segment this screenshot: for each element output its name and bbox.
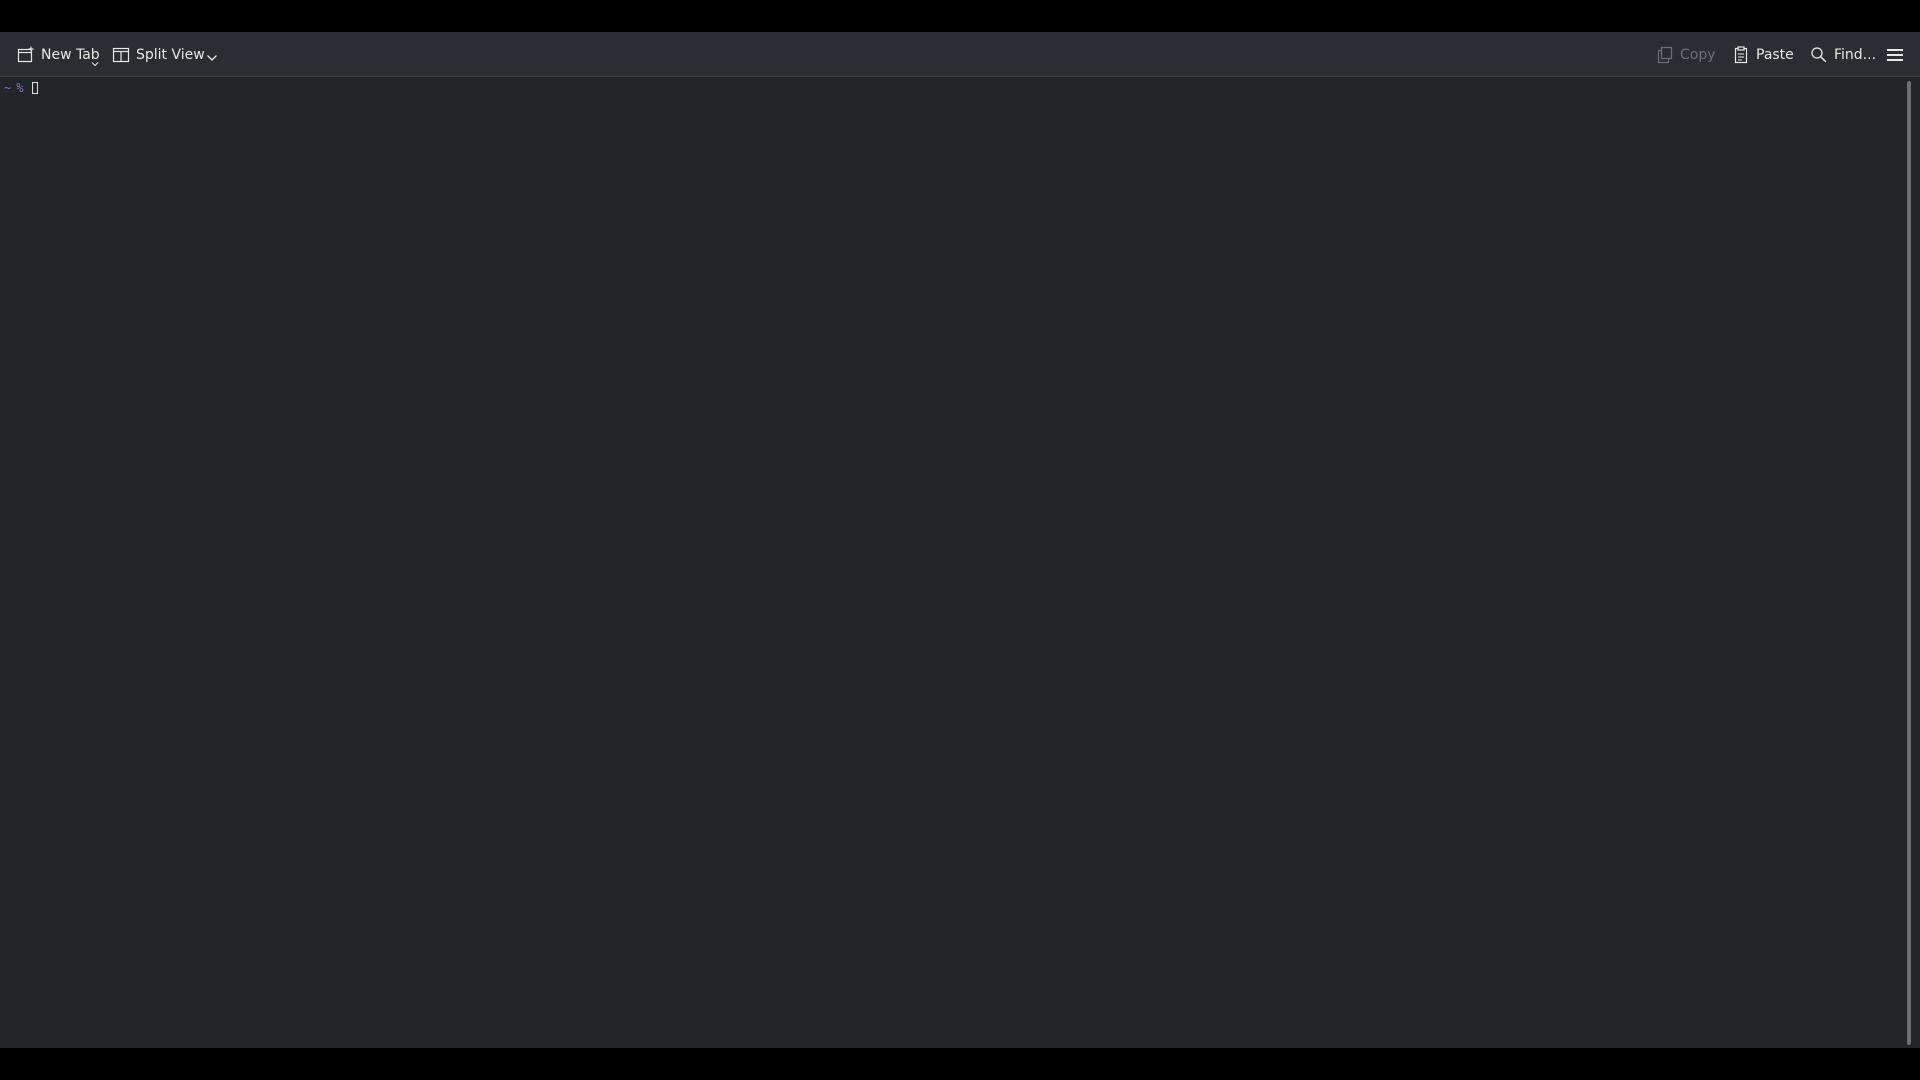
- paste-label: Paste: [1756, 47, 1794, 63]
- search-icon: [1810, 46, 1828, 64]
- konsole-window: New Tab Split View Copy Paste Find... ~ …: [0, 32, 1920, 1048]
- scrollbar-thumb[interactable]: [1907, 81, 1911, 1045]
- split-view-button[interactable]: Split View: [112, 41, 205, 69]
- find-button[interactable]: Find...: [1810, 41, 1876, 69]
- new-tab-icon: [17, 46, 35, 64]
- new-tab-button[interactable]: New Tab: [17, 41, 100, 69]
- find-label: Find...: [1834, 47, 1877, 63]
- hamburger-menu-icon: [1886, 49, 1904, 68]
- prompt-symbol: %: [16, 81, 24, 95]
- split-view-dropdown-icon[interactable]: [205, 49, 219, 61]
- text-cursor: [32, 82, 39, 94]
- paste-button[interactable]: Paste: [1732, 41, 1794, 69]
- split-view-icon: [112, 46, 130, 64]
- copy-button[interactable]: Copy: [1656, 41, 1716, 69]
- copy-icon: [1656, 46, 1674, 64]
- prompt-directory: ~: [4, 81, 12, 95]
- main-toolbar: New Tab Split View Copy Paste Find...: [0, 32, 1920, 77]
- split-view-label: Split View: [136, 47, 205, 63]
- prompt-line: ~ %: [4, 80, 39, 96]
- new-tab-dropdown-icon[interactable]: [91, 61, 99, 67]
- copy-label: Copy: [1680, 47, 1716, 63]
- hamburger-menu-button[interactable]: [1886, 46, 1904, 64]
- terminal-display[interactable]: ~ %: [0, 77, 1900, 1048]
- paste-icon: [1732, 46, 1750, 64]
- terminal-scrollbar[interactable]: [1904, 81, 1914, 1045]
